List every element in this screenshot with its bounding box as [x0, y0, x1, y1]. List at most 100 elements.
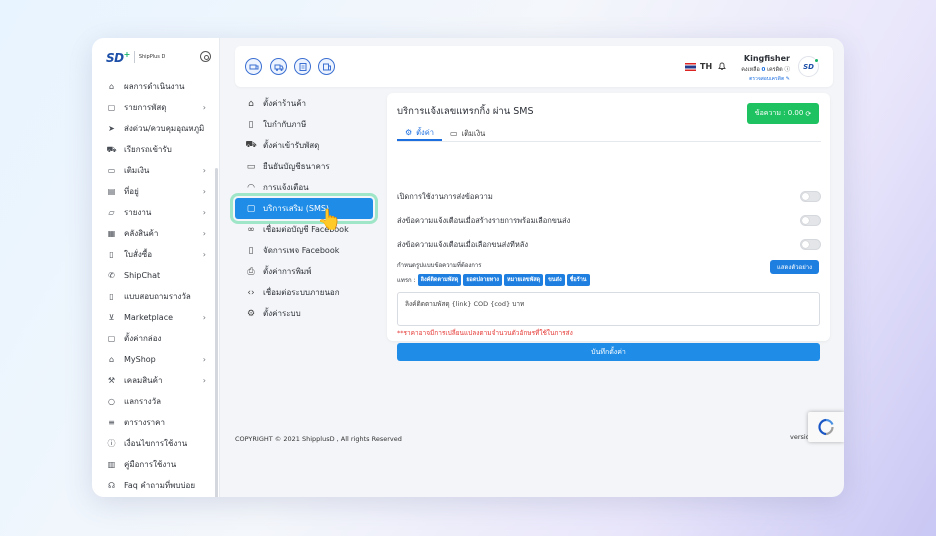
sidebar-item[interactable]: ✆ ShipChat — [92, 265, 214, 286]
box-icon: ▢ — [107, 334, 116, 343]
card-icon: ▭ — [449, 129, 458, 138]
chip-shop-name[interactable]: ชื่อร้าน — [566, 274, 590, 286]
tab-topup[interactable]: ▭ เติมเงิน — [442, 126, 493, 141]
gear-icon: ⚙ — [246, 308, 256, 319]
notify-later-toggle[interactable] — [800, 239, 821, 250]
sidebar-item[interactable]: ▢ ตั้งค่ากล่อง — [92, 328, 214, 349]
sidebar-item[interactable]: ▤ ที่อยู่ › — [92, 181, 214, 202]
settings-menu-item[interactable]: ▭ ยืนยันบัญชีธนาคาร — [233, 156, 378, 177]
cart-icon: ⊻ — [108, 313, 115, 322]
sidebar-item-label: ShipChat — [124, 271, 161, 280]
settings-menu-item[interactable]: ⛟ ตั้งค่าเข้ารับพัสดุ — [233, 135, 378, 156]
sms-credit-button[interactable]: ข้อความ : 0.00 ⟳ — [747, 103, 819, 124]
user-info[interactable]: Kingfisher คงเหลือ 0 เครดิต ⓘ ตรวจสอบเคร… — [735, 54, 790, 83]
settings-menu-item[interactable]: ‹› เชื่อมต่อระบบภายนอก — [233, 282, 378, 303]
notification-button[interactable] — [717, 61, 727, 73]
truck-icon: ⛟ — [245, 140, 257, 150]
sidebar-item-label: เติมเงิน — [124, 166, 150, 175]
settings-menu-item[interactable]: ▯ ใบกำกับภาษี — [233, 114, 378, 135]
recaptcha-badge[interactable] — [808, 412, 844, 442]
sidebar-item-label: Marketplace — [124, 313, 174, 322]
sidebar-item-label: ตั้งค่ากล่อง — [124, 334, 162, 343]
sidebar-item-label: รายงาน — [124, 208, 152, 217]
sidebar-item-label: ผลการดำเนินงาน — [124, 82, 185, 91]
sidebar-item[interactable]: ⓘ เงื่อนไขการใช้งาน — [92, 433, 214, 454]
sidebar-item[interactable]: ▭ เติมเงิน › — [92, 160, 214, 181]
pointer-hand-icon: 👆 — [317, 207, 342, 231]
sidebar-item-label: เงื่อนไขการใช้งาน — [124, 439, 188, 448]
check-credit-link[interactable]: ตรวจสอบเครดิต ✎ — [735, 75, 790, 83]
sidebar-item-label: ที่อยู่ — [124, 187, 139, 196]
quick-ship-button[interactable] — [245, 58, 262, 75]
chevron-right-icon: › — [202, 250, 206, 259]
target-icon[interactable] — [200, 51, 211, 62]
fast-ship-icon: ➤ — [108, 124, 115, 133]
sidebar-item-label: เคลมสินค้า — [124, 376, 163, 385]
show-sample-button[interactable]: แสดงตัวอย่าง — [770, 260, 819, 274]
settings-menu-item[interactable]: ◠ การแจ้งเตือน — [233, 177, 378, 198]
chevron-right-icon: › — [202, 376, 206, 385]
sidebar-item[interactable]: ▱ รายงาน › — [92, 202, 214, 223]
settings-menu-item[interactable]: ▢ บริการเสริม (SMS) — [230, 193, 378, 224]
settings-menu-item[interactable]: ∞ เชื่อมต่อบัญชี Facebook — [233, 219, 378, 240]
sidebar-item[interactable]: ⊻ Marketplace › — [92, 307, 214, 328]
chip-courier[interactable]: ขนส่ง — [545, 274, 565, 286]
sidebar-nav: ⌂ ผลการดำเนินงาน ▢ รายการพัสดุ › ➤ ส่งด่วน/ควบ… — [92, 76, 214, 496]
sidebar-item-label: ตารางราคา — [124, 418, 166, 427]
settings-menu-label: การแจ้งเตือน — [263, 183, 309, 192]
avatar-text: SD — [803, 62, 814, 71]
settings-menu-label: ตั้งค่าระบบ — [263, 309, 301, 318]
sidebar-item[interactable]: ⚒ เคลมสินค้า › — [92, 370, 214, 391]
quick-truck-button[interactable] — [270, 58, 287, 75]
sidebar-item[interactable]: ⌂ ผลการดำเนินงาน — [92, 76, 214, 97]
document-icon — [322, 63, 331, 70]
message-template-input[interactable]: ลิงค์ติดตามพัสดุ {link} COD {cod} บาท — [397, 292, 820, 326]
sidebar-item[interactable]: ☊ Faq คำถามที่พบบ่อย — [92, 475, 214, 496]
book-icon: ▥ — [107, 460, 116, 469]
shop-icon: ⌂ — [248, 98, 254, 109]
settings-menu: ⌂ ตั้งค่าร้านค้า ▯ ใบกำกับภาษี ⛟ ตั้งค่าเข้าร… — [230, 93, 378, 324]
settings-menu-label: เชื่อมต่อระบบภายนอก — [263, 288, 340, 297]
link-icon: ∞ — [247, 224, 255, 235]
toggle-row-enable: เปิดการใช้งานการส่งข้อความ — [397, 190, 821, 204]
ship-icon — [249, 64, 258, 69]
sidebar-item-label: แลกรางวัล — [124, 397, 161, 406]
brand-logo[interactable]: SD+ ShipPlus D — [106, 49, 165, 65]
sidebar-item[interactable]: ▯ ใบสั่งซื้อ › — [92, 244, 214, 265]
sidebar-item-label: เรียกรถเข้ารับ — [124, 145, 172, 154]
wallet-icon: ▭ — [107, 166, 116, 175]
sidebar-item[interactable]: ○ แลกรางวัล — [92, 391, 214, 412]
avatar[interactable]: SD — [798, 56, 819, 77]
language-selector[interactable]: TH — [685, 62, 712, 71]
save-settings-button[interactable]: บันทึกตั้งค่า — [397, 343, 820, 361]
chip-tracking-number[interactable]: หมายเลขพัสดุ — [504, 274, 544, 286]
notify-on-create-toggle[interactable] — [800, 215, 821, 226]
sidebar-item[interactable]: ▯ แบบสอบถามรางวัล — [92, 286, 214, 307]
language-code: TH — [700, 62, 713, 71]
chip-cod-amount[interactable]: ยอดปลายทาง — [463, 274, 502, 286]
sidebar-item[interactable]: ⌂ MyShop › — [92, 349, 214, 370]
settings-menu-item[interactable]: ⚙ ตั้งค่าระบบ — [233, 303, 378, 324]
tab-settings[interactable]: ⚙ ตั้งค่า — [397, 126, 442, 141]
settings-menu-item[interactable]: ⎙ ตั้งค่าการพิมพ์ — [233, 261, 378, 282]
refresh-icon: ⟳ — [805, 109, 812, 118]
sidebar-item[interactable]: ▢ รายการพัสดุ › — [92, 97, 214, 118]
toggle-label: ส่งข้อความแจ้งเตือนเมื่อสร้างรายการพร้อม… — [397, 216, 571, 225]
sidebar-item[interactable]: ≡ ตารางราคา — [92, 412, 214, 433]
document-icon: ▯ — [248, 245, 254, 256]
settings-menu-item[interactable]: ▯ จัดการเพจ Facebook — [233, 240, 378, 261]
sidebar-item[interactable]: ▦ คลังสินค้า › — [92, 223, 214, 244]
sidebar-scrollbar[interactable] — [215, 168, 218, 497]
quick-list-button[interactable] — [294, 58, 311, 75]
template-label: กำหนดรูปแบบข้อความที่ต้องการ — [397, 262, 482, 269]
settings-menu-item[interactable]: ⌂ ตั้งค่าร้านค้า — [233, 93, 378, 114]
quick-docs-button[interactable] — [318, 58, 335, 75]
thai-flag-icon — [685, 62, 696, 71]
online-status-dot — [814, 58, 819, 63]
sidebar-item[interactable]: ⛟ เรียกรถเข้ารับ — [92, 139, 214, 160]
chip-tracking-link[interactable]: ลิงค์ติดตามพัสดุ — [417, 274, 462, 286]
enable-sms-toggle[interactable] — [800, 191, 821, 202]
sidebar-item[interactable]: ➤ ส่งด่วน/ควบคุมอุณหภูมิ — [92, 118, 214, 139]
sidebar-item[interactable]: ▥ คู่มือการใช้งาน — [92, 454, 214, 475]
logo-text: SD+ — [106, 49, 130, 65]
